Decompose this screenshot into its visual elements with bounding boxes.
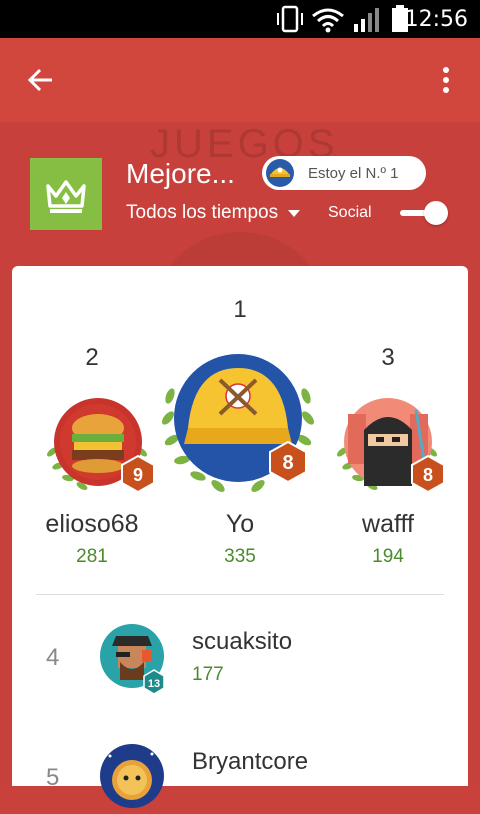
avatar-scuaksito[interactable]: 13 <box>98 622 170 694</box>
podium-name-third[interactable]: wafff <box>318 510 458 539</box>
player-cap-icon <box>266 159 294 187</box>
clock: 12:56 <box>404 7 468 32</box>
time-filter-label: Todos los tiempos <box>126 202 279 223</box>
leaderboard-card: 1 2 3 9 8 8 elioso68 Yo wafff 281 335 19… <box>12 266 468 808</box>
podium-name-second[interactable]: elioso68 <box>22 510 162 539</box>
level-value: 8 <box>423 465 433 485</box>
im-number-one-label: Estoy el N.º 1 <box>308 165 399 182</box>
podium-score-third: 194 <box>372 546 404 567</box>
list-rank: 4 <box>46 644 60 671</box>
list-name: Bryantcore <box>192 748 309 775</box>
level-value: 13 <box>148 678 160 690</box>
social-label: Social <box>328 204 372 221</box>
dropdown-arrow-icon <box>288 209 301 217</box>
time-filter-dropdown[interactable]: Todos los tiempos <box>126 202 301 224</box>
podium-score-second: 281 <box>76 546 108 567</box>
list-rank: 5 <box>46 764 60 791</box>
app-bar <box>0 38 480 122</box>
podium-rank-first: 1 <box>233 296 247 323</box>
wifi-icon <box>312 8 344 33</box>
status-bar: 12:56 <box>0 0 480 38</box>
im-number-one-button[interactable]: Estoy el N.º 1 <box>262 156 426 190</box>
podium-rank-third: 3 <box>381 344 395 371</box>
page-title: Mejore... <box>126 158 235 189</box>
more-vert-icon[interactable] <box>438 66 454 94</box>
divider <box>36 594 444 595</box>
list-name: scuaksito <box>192 628 293 655</box>
level-value: 9 <box>133 465 143 485</box>
podium-rank-second: 2 <box>85 344 99 371</box>
avatar-wafff[interactable]: 8 <box>328 390 446 502</box>
leaderboard-header: Mejore... Todos los tiempos Estoy el N.º… <box>0 150 480 250</box>
podium-name-first[interactable]: Yo <box>170 510 310 539</box>
social-toggle[interactable] <box>424 201 448 225</box>
crown-icon <box>46 180 86 213</box>
level-value: 8 <box>282 452 293 474</box>
podium-score-first: 335 <box>224 546 256 567</box>
avatar-elioso68[interactable]: 9 <box>38 390 156 502</box>
phone-vibrate-icon <box>277 5 303 33</box>
arrow-left-icon[interactable] <box>26 66 56 94</box>
avatar-yo[interactable]: 8 <box>158 348 318 500</box>
signal-icon <box>354 8 379 32</box>
list-score: 177 <box>192 664 224 685</box>
leaderboard-badge <box>30 158 102 230</box>
avatar-bryantcore[interactable] <box>98 742 170 814</box>
